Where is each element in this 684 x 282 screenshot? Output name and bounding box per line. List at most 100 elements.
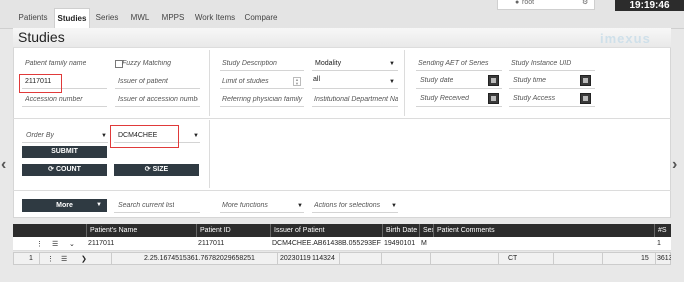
chevron-left-icon[interactable]: ‹ [1, 156, 6, 174]
patient-id-cell: 2117011 [198, 240, 225, 247]
more-vert-icon[interactable]: ⋮ [36, 237, 43, 250]
all-select[interactable]: all [313, 76, 320, 83]
actions-underline [312, 212, 398, 213]
column-header[interactable]: Birth Date [382, 224, 419, 237]
issuer-of-accession-input[interactable]: Issuer of accession numbe [118, 96, 198, 103]
divider [430, 253, 431, 264]
study-description-underline [220, 70, 304, 71]
study-date-underline [416, 88, 502, 89]
chevron-down-icon[interactable]: ▼ [297, 203, 303, 209]
institutional-department-underline [312, 106, 398, 107]
chevron-down-icon[interactable]: ▼ [101, 133, 107, 139]
more-functions-select[interactable]: More functions [222, 202, 268, 209]
size-button-label: SIZE [152, 166, 169, 173]
chevron-down-icon[interactable]: ▼ [391, 203, 397, 209]
refresh-icon: ⟳ [48, 166, 55, 173]
divider [339, 253, 340, 264]
order-by-select[interactable]: Order By [26, 132, 54, 139]
tab-mpps[interactable]: MPPS [158, 8, 188, 28]
more-button[interactable]: More ▼ [22, 199, 107, 212]
tab-compare[interactable]: Compare [242, 8, 280, 28]
study-received-calendar-icon[interactable] [488, 93, 499, 104]
study-time-clock-icon[interactable] [580, 75, 591, 86]
modality-underline [312, 70, 398, 71]
column-header[interactable]: Patient's Name [86, 224, 196, 237]
study-access-label: Study Access [513, 95, 556, 102]
birth-date-cell: 19490101 [384, 240, 416, 247]
referring-physician-underline [220, 106, 304, 107]
column-header[interactable]: Patient Comments [433, 224, 654, 237]
limit-spinner[interactable]: ▲ ▼ [293, 77, 301, 86]
brand-watermark: imexus [600, 31, 651, 46]
divider [553, 253, 554, 264]
column-header[interactable]: Sex [419, 224, 433, 237]
chevron-down-icon[interactable]: ⌄ [69, 237, 75, 250]
issuer-of-patient-input[interactable]: Issuer of patient [118, 78, 168, 85]
accession-number-underline [22, 106, 107, 107]
tab-studies[interactable]: Studies [54, 8, 90, 29]
count-button[interactable]: ⟳ COUNT [22, 164, 107, 176]
sending-aet-underline [416, 70, 502, 71]
all-underline [312, 88, 398, 89]
study-access-calendar-icon[interactable] [580, 93, 591, 104]
list-icon[interactable]: ☰ [52, 237, 58, 250]
table-row[interactable]: ⋮ ☰ ⌄ 2117011 2117011 DCM4CHEE.AB61438B.… [13, 237, 671, 251]
referring-physician-input[interactable]: Referring physician family . [222, 96, 304, 103]
sending-aet-input[interactable]: Sending AET of Series [418, 60, 489, 67]
column-header[interactable]: Patient ID [196, 224, 270, 237]
study-uid-cell: 2.25.1674515361.76782029658251 [144, 255, 255, 262]
column-header[interactable]: Issuer of Patient [270, 224, 382, 237]
column-header[interactable]: #S [654, 224, 671, 237]
list-icon[interactable]: ☰ [61, 253, 67, 264]
divider [381, 253, 382, 264]
chevron-down-icon[interactable]: ▼ [389, 79, 395, 85]
chevron-right-icon[interactable]: ❯ [81, 253, 87, 264]
user-icon: ● [515, 0, 520, 6]
institutional-department-input[interactable]: Institutional Department Na [314, 96, 398, 103]
study-received-underline [416, 106, 502, 107]
study-time-cell: 114324 [312, 255, 335, 262]
series-count-cell: 15 [641, 255, 649, 262]
table-header: Patient's Name Patient ID Issuer of Pati… [13, 224, 671, 237]
fuzzy-matching-label: Fuzzy Matching [122, 60, 172, 67]
chevron-down-icon[interactable]: ▼ [193, 133, 199, 139]
table-row[interactable]: 1 ⋮ ☰ ❯ 2.25.1674515361.76782029658251 2… [13, 252, 671, 265]
chevron-down-icon: ▼ [96, 202, 102, 208]
divider [655, 253, 656, 264]
accession-number-input[interactable]: Accession number [25, 96, 105, 103]
submit-button[interactable]: SUBMIT [22, 146, 107, 158]
divider [13, 118, 671, 119]
tab-work-items[interactable]: Work Items [193, 8, 237, 28]
chevron-right-icon[interactable]: › [672, 156, 677, 174]
instances-cell: 3613 [657, 255, 671, 262]
count-button-label: COUNT [55, 166, 81, 173]
study-description-input[interactable]: Study Description [222, 60, 277, 67]
study-instance-uid-input[interactable]: Study Instance UID [511, 60, 571, 67]
tab-series[interactable]: Series [92, 8, 122, 28]
search-current-list-input[interactable]: Search current list [118, 202, 174, 209]
study-date-cell: 20230119 [280, 255, 311, 262]
divider [111, 253, 112, 264]
study-instance-uid-underline [509, 70, 595, 71]
gear-icon[interactable]: ⚙ [582, 0, 588, 6]
issuer-of-patient-cell: DCM4CHEE.AB61438B.055293EF [272, 240, 381, 247]
title-bar [13, 28, 671, 48]
divider [209, 120, 210, 188]
actions-for-selections-select[interactable]: Actions for selections [314, 202, 380, 209]
limit-of-studies-input[interactable]: Limit of studies [222, 78, 269, 85]
modality-select[interactable]: Modality [315, 60, 341, 67]
study-date-calendar-icon[interactable] [488, 75, 499, 86]
chevron-down-icon[interactable]: ▼ [389, 61, 395, 67]
study-time-underline [509, 88, 595, 89]
more-button-label: More [56, 202, 73, 209]
issuer-of-accession-underline [115, 106, 200, 107]
study-access-underline [509, 106, 595, 107]
size-button[interactable]: ⟳ SIZE [114, 164, 199, 176]
user-menu[interactable]: ● root ⚙ [497, 0, 595, 10]
tab-mwl[interactable]: MWL [126, 8, 154, 28]
tab-patients[interactable]: Patients [13, 8, 53, 28]
more-vert-icon[interactable]: ⋮ [47, 253, 54, 264]
study-count-cell: 1 [657, 240, 661, 247]
modality-cell: CT [508, 255, 518, 262]
study-date-label: Study date [420, 77, 454, 84]
